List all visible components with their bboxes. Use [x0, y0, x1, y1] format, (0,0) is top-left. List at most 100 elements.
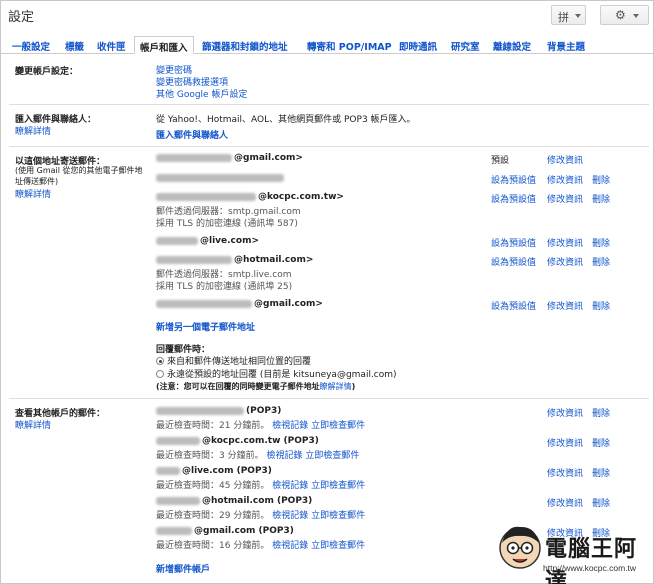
settings-gear-button[interactable]: ⚙: [600, 5, 649, 25]
pop-account: @live.com (POP3): [156, 466, 272, 476]
delete-link[interactable]: 刪除: [592, 173, 610, 186]
set-default-link[interactable]: 設為預設值: [491, 192, 536, 205]
last-checked-time: 29 分鐘前。: [219, 511, 270, 521]
last-checked-time: 3 分鐘前。: [219, 451, 264, 461]
last-checked-time: 21 分鐘前。: [219, 421, 270, 431]
redacted-name: [156, 526, 192, 535]
send-as-entry: @hotmail.com>: [156, 255, 313, 265]
tls-text: 採用 TLS 的加密連線 (通訊埠 25): [156, 282, 293, 292]
send-as-entry: @gmail.com>: [156, 299, 323, 309]
send-as-address: @gmail.com>: [234, 153, 303, 163]
last-checked-prefix: 最近檢查時間：: [156, 421, 220, 431]
last-checked-prefix: 最近檢查時間：: [156, 541, 220, 551]
edit-info-link[interactable]: 修改資訊: [547, 406, 583, 419]
pop-account: (POP3): [156, 406, 281, 416]
edit-info-link[interactable]: 修改資訊: [547, 496, 583, 509]
delete-link[interactable]: 刪除: [592, 496, 610, 509]
add-email-address-link[interactable]: 新增另一個電子郵件地址: [156, 320, 255, 333]
delete-link[interactable]: 刪除: [592, 236, 610, 249]
import-mail-contacts-link[interactable]: 匯入郵件與聯絡人: [156, 128, 228, 141]
delete-link[interactable]: 刪除: [592, 299, 610, 312]
set-default-link[interactable]: 設為預設值: [491, 236, 536, 249]
last-checked-time: 45 分鐘前。: [219, 481, 270, 491]
delete-link[interactable]: 刪除: [592, 466, 610, 479]
redacted-name: [156, 192, 256, 201]
edit-info-link[interactable]: 修改資訊: [547, 255, 583, 268]
delete-link[interactable]: 刪除: [592, 192, 610, 205]
edit-info-link[interactable]: 修改資訊: [547, 466, 583, 479]
send-as-note-2: 址傳送郵件): [15, 177, 59, 186]
tab-inbox[interactable]: 收件匣: [97, 39, 126, 53]
tls-text: 採用 TLS 的加密連線 (通訊埠 587): [156, 219, 298, 229]
reply-note: (注意：您可以在回覆的同時變更電子郵件地址瞭解詳情): [156, 381, 355, 392]
check-mail-now-link[interactable]: 立即檢查郵件: [311, 481, 365, 491]
check-mail-now-link[interactable]: 立即檢查郵件: [305, 451, 359, 461]
check-mail-now-link[interactable]: 立即檢查郵件: [311, 421, 365, 431]
set-default-link[interactable]: 設為預設值: [491, 173, 536, 186]
import-learn-more-link[interactable]: 瞭解詳情: [15, 124, 51, 137]
tab-offline[interactable]: 離線設定: [493, 39, 531, 53]
edit-info-link[interactable]: 修改資訊: [547, 299, 583, 312]
check-mail-now-link[interactable]: 立即檢查郵件: [311, 541, 365, 551]
reply-note-end: ): [351, 382, 356, 391]
edit-info-link[interactable]: 修改資訊: [547, 173, 583, 186]
set-default-link[interactable]: 設為預設值: [491, 255, 536, 268]
view-history-link[interactable]: 檢視記錄: [272, 541, 308, 551]
send-as-entry: @kocpc.com.tw>: [156, 192, 344, 202]
reply-option-default[interactable]: 永遠從預設的地址回覆 (目前是 kitsuneya@gmail.com): [156, 367, 397, 380]
settings-window: 設定 拼 ⚙ 一般設定 標籤 收件匣 帳戶和匯入 篩選器和封鎖的地址 轉寄和 P…: [0, 0, 654, 584]
redacted-name: [156, 153, 232, 162]
delete-link[interactable]: 刪除: [592, 436, 610, 449]
tab-labs[interactable]: 研究室: [451, 39, 480, 53]
mascot-icon: [499, 526, 541, 569]
view-history-link[interactable]: 檢視記錄: [266, 451, 302, 461]
delete-link[interactable]: 刪除: [592, 255, 610, 268]
watermark: 電腦王阿達 http://www.kocpc.com.tw: [497, 523, 653, 584]
view-history-link[interactable]: 檢視記錄: [272, 421, 308, 431]
tab-filters[interactable]: 篩選器和封鎖的地址: [202, 39, 288, 53]
add-mail-account-link[interactable]: 新增郵件帳戶: [156, 562, 210, 575]
settings-tabs: 一般設定 標籤 收件匣 帳戶和匯入 篩選器和封鎖的地址 轉寄和 POP/IMAP…: [1, 34, 654, 54]
watermark-url: http://www.kocpc.com.tw: [543, 563, 637, 573]
check-mail-learn-more-link[interactable]: 瞭解詳情: [15, 418, 51, 431]
radio-unselected-icon[interactable]: [156, 370, 164, 378]
pop-account-address: @hotmail.com (POP3): [202, 496, 313, 506]
edit-info-link[interactable]: 修改資訊: [547, 236, 583, 249]
tab-chat[interactable]: 即時通訊: [399, 39, 437, 53]
input-tools-button[interactable]: 拼: [551, 5, 586, 25]
tab-themes[interactable]: 背景主題: [547, 39, 585, 53]
input-tools-label: 拼: [558, 11, 569, 24]
reply-note-learn-more-link[interactable]: 瞭解詳情: [320, 382, 352, 391]
set-default-link[interactable]: 設為預設值: [491, 299, 536, 312]
default-status: 預設: [491, 156, 510, 166]
delete-link[interactable]: 刪除: [592, 406, 610, 419]
other-account-settings-link[interactable]: 其他 Google 帳戶設定: [156, 87, 247, 100]
tab-labels[interactable]: 標籤: [65, 39, 84, 53]
pop-account-address: @live.com (POP3): [182, 466, 272, 476]
edit-info-link[interactable]: 修改資訊: [547, 192, 583, 205]
page-title: 設定: [8, 10, 35, 25]
last-checked-prefix: 最近檢查時間：: [156, 511, 220, 521]
change-account-label: 變更帳戶設定：: [15, 67, 79, 77]
reply-option-same[interactable]: 來自和郵件傳送地址相同位置的回覆: [156, 354, 311, 367]
edit-info-link[interactable]: 修改資訊: [547, 153, 583, 166]
radio-selected-icon[interactable]: [156, 357, 164, 365]
view-history-link[interactable]: 檢視記錄: [272, 481, 308, 491]
send-as-address: @hotmail.com>: [234, 255, 314, 265]
check-mail-now-link[interactable]: 立即檢查郵件: [311, 511, 365, 521]
last-checked: 最近檢查時間：16 分鐘前。 檢視記錄 立即檢查郵件: [156, 538, 365, 551]
reply-option-label: 來自和郵件傳送地址相同位置的回覆: [167, 357, 312, 367]
tab-accounts-import[interactable]: 帳戶和匯入: [134, 36, 194, 54]
send-as-address: @live.com>: [200, 236, 259, 246]
send-as-learn-more-link[interactable]: 瞭解詳情: [15, 187, 51, 200]
redacted-address: [156, 173, 284, 182]
tab-forwarding[interactable]: 轉寄和 POP/IMAP: [307, 39, 392, 53]
pop-account-address: @kocpc.com.tw (POP3): [202, 436, 319, 446]
edit-info-link[interactable]: 修改資訊: [547, 436, 583, 449]
send-as-entry: [156, 173, 286, 183]
import-description: 從 Yahoo!、Hotmail、AOL、其他網頁郵件或 POP3 帳戶匯入。: [156, 115, 416, 125]
view-history-link[interactable]: 檢視記錄: [272, 511, 308, 521]
redacted-name: [156, 299, 252, 308]
tab-general[interactable]: 一般設定: [12, 39, 50, 53]
divider: [9, 146, 649, 147]
